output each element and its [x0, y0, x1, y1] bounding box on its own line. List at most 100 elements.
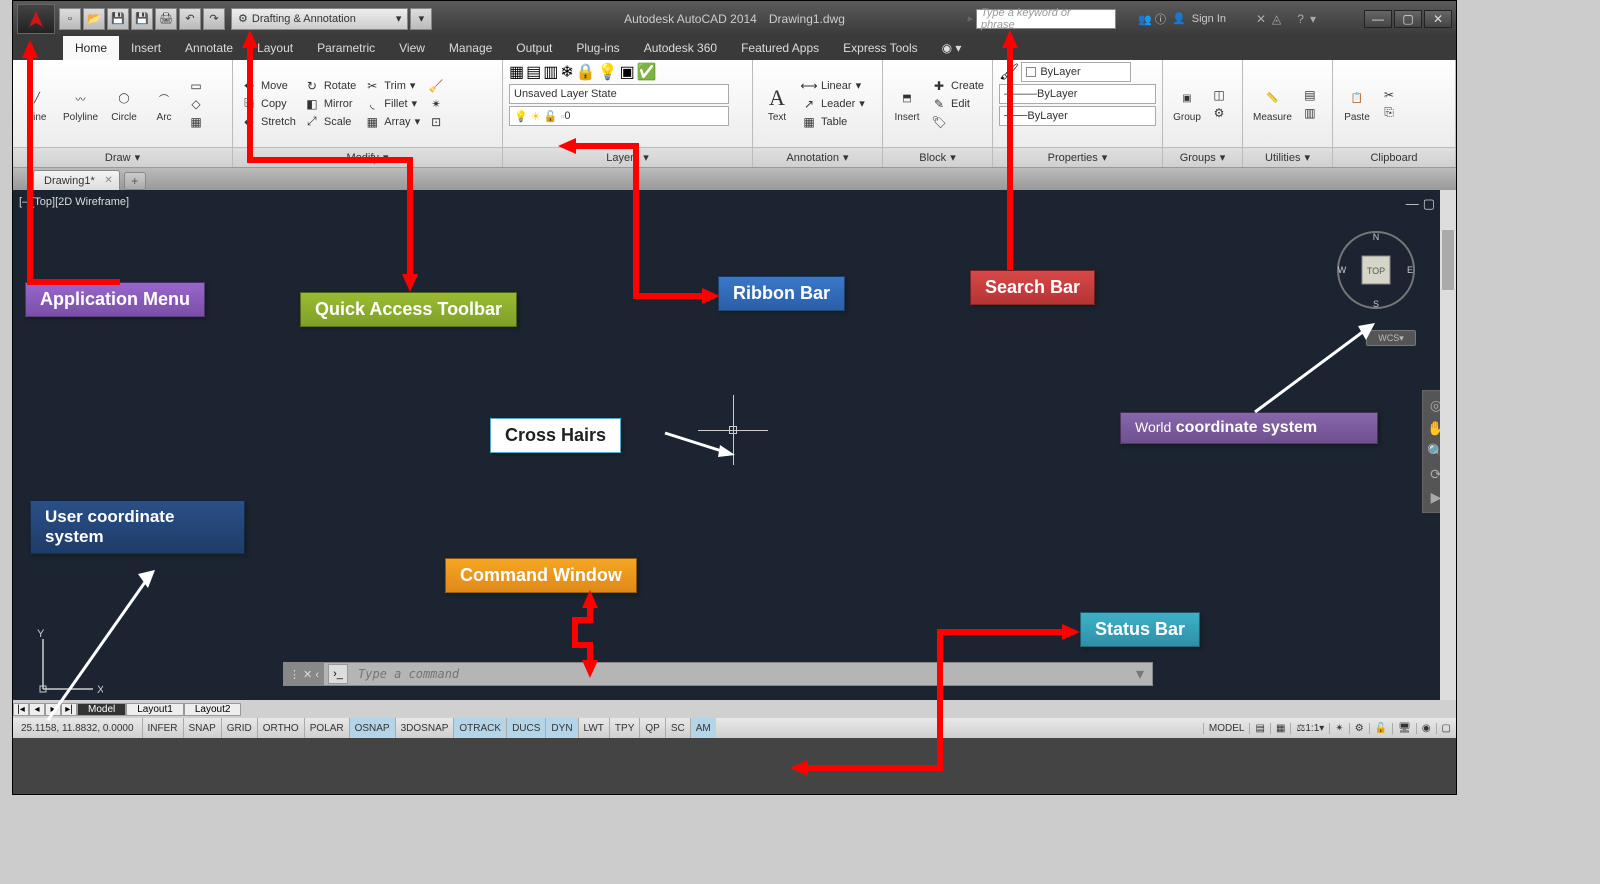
- search-input[interactable]: Type a keyword or phrase ▸: [976, 9, 1116, 29]
- color-dropdown[interactable]: ByLayer: [1021, 62, 1131, 82]
- tab-output[interactable]: Output: [504, 36, 564, 60]
- explode-icon[interactable]: ✴: [426, 96, 446, 112]
- status-model-button[interactable]: MODEL: [1203, 723, 1250, 734]
- arc-button[interactable]: ⌒Arc: [146, 82, 182, 125]
- tab-plugins[interactable]: Plug-ins: [564, 36, 631, 60]
- layer-misc-icon[interactable]: ▣: [620, 62, 635, 82]
- draw-misc-icon[interactable]: ▭: [186, 78, 206, 94]
- cut-icon[interactable]: ✂: [1379, 87, 1399, 103]
- panel-groups-title[interactable]: Groups ▾: [1163, 147, 1242, 167]
- draw-misc3-icon[interactable]: ▦: [186, 114, 206, 130]
- qat-new-icon[interactable]: ▫: [59, 8, 81, 30]
- exchange-icons[interactable]: ✕◬?▾: [1256, 12, 1316, 26]
- status-snap[interactable]: SNAP: [183, 718, 221, 738]
- erase-icon[interactable]: 🧹: [426, 78, 446, 94]
- status-3dosnap[interactable]: 3DOSNAP: [395, 718, 454, 738]
- qat-redo-icon[interactable]: ↷: [203, 8, 225, 30]
- status-grid[interactable]: GRID: [221, 718, 257, 738]
- util-icon2[interactable]: ▥: [1300, 105, 1320, 121]
- sign-in[interactable]: 👥 ⓘ 👤 Sign In: [1138, 11, 1226, 27]
- status-dyn[interactable]: DYN: [545, 718, 577, 738]
- status-tpy[interactable]: TPY: [609, 718, 639, 738]
- leader-button[interactable]: ↗Leader ▾: [799, 96, 867, 112]
- status-clean-icon[interactable]: ▢: [1436, 723, 1456, 734]
- gear-icon: ⚙: [238, 12, 248, 25]
- tab-extra-icon[interactable]: ◉ ▾: [930, 36, 974, 60]
- layer-lock-icon[interactable]: 🔒: [576, 62, 596, 82]
- status-otrack[interactable]: OTRACK: [453, 718, 506, 738]
- edit-block-button[interactable]: ✎Edit: [929, 96, 986, 112]
- viewport-minimize-icon[interactable]: —: [1406, 196, 1419, 212]
- text-button[interactable]: AText: [759, 82, 795, 125]
- layout-first-icon[interactable]: |◂: [13, 703, 29, 716]
- table-button[interactable]: ▦Table: [799, 114, 867, 130]
- layer-match-icon[interactable]: ✅: [637, 62, 657, 82]
- group-button[interactable]: ▣Group: [1169, 82, 1205, 125]
- status-lwt[interactable]: LWT: [578, 718, 609, 738]
- layer-iso-icon[interactable]: ▥: [543, 62, 558, 82]
- linear-dim-button[interactable]: ⟷Linear ▾: [799, 78, 867, 94]
- copy-clip-icon[interactable]: ⎘: [1379, 105, 1399, 121]
- qat-plot-icon[interactable]: 🖨: [155, 8, 177, 30]
- status-ws-icon[interactable]: ⚙: [1349, 723, 1369, 734]
- group-edit-icon[interactable]: ⚙: [1209, 105, 1229, 121]
- status-grid-icon[interactable]: ▦: [1270, 723, 1290, 734]
- measure-button[interactable]: 📏Measure: [1249, 82, 1296, 125]
- ungroup-icon[interactable]: ◫: [1209, 87, 1229, 103]
- arrow-ribbon: [548, 138, 728, 308]
- viewport-maximize-icon[interactable]: ▢: [1423, 196, 1435, 212]
- quick-access-toolbar: ▫ 📂 💾 💾 🖨 ↶ ↷: [59, 8, 225, 30]
- offset-icon[interactable]: ⊡: [426, 114, 446, 130]
- layer-off-icon[interactable]: 💡: [598, 62, 618, 82]
- tab-annotate[interactable]: Annotate: [173, 36, 245, 60]
- layer-state-icon[interactable]: ▤: [526, 62, 541, 82]
- layer-current-dropdown[interactable]: 💡 ☀ 🔓 ▫ 0: [509, 106, 729, 126]
- status-annovismode-icon[interactable]: ✴: [1329, 723, 1348, 734]
- create-block-button[interactable]: ✚Create: [929, 78, 986, 94]
- layer-prop-icon[interactable]: ▦: [509, 62, 524, 82]
- qat-undo-icon[interactable]: ↶: [179, 8, 201, 30]
- cmd-handle-icon[interactable]: ⋮ ✕ ‹: [284, 663, 324, 685]
- util-icon[interactable]: ▤: [1300, 87, 1320, 103]
- paste-button[interactable]: 📋Paste: [1339, 82, 1375, 125]
- status-ortho[interactable]: ORTHO: [257, 718, 304, 738]
- qat-open-icon[interactable]: 📂: [83, 8, 105, 30]
- minimize-button[interactable]: —: [1364, 10, 1392, 28]
- workspace-dropdown[interactable]: ⚙ Drafting & Annotation ▾: [231, 8, 408, 30]
- tab-a360[interactable]: Autodesk 360: [632, 36, 729, 60]
- maximize-button[interactable]: ▢: [1394, 10, 1422, 28]
- status-ducs[interactable]: DUCS: [506, 718, 545, 738]
- callout-cmd: Command Window: [445, 558, 637, 593]
- insert-block-button[interactable]: ⬒Insert: [889, 82, 925, 125]
- status-lock-icon[interactable]: 🔓: [1369, 723, 1392, 734]
- qat-saveas-icon[interactable]: 💾: [131, 8, 153, 30]
- status-am[interactable]: AM: [690, 718, 716, 738]
- status-qp[interactable]: QP: [639, 718, 664, 738]
- layer-freeze-icon[interactable]: ❄: [560, 62, 573, 82]
- status-layout-icon[interactable]: ▤: [1249, 723, 1269, 734]
- tab-express[interactable]: Express Tools: [831, 36, 929, 60]
- qat-customize-icon[interactable]: ▾: [410, 8, 432, 30]
- status-polar[interactable]: POLAR: [304, 718, 349, 738]
- status-annoscale-icon[interactable]: ⚖ 1:1 ▾: [1290, 723, 1329, 734]
- vertical-scrollbar[interactable]: [1440, 190, 1456, 738]
- qat-save-icon[interactable]: 💾: [107, 8, 129, 30]
- panel-annotation-title[interactable]: Annotation ▾: [753, 147, 882, 167]
- status-isolate-icon[interactable]: ◉: [1416, 723, 1436, 734]
- cmd-dropdown-icon[interactable]: ▾: [1128, 664, 1152, 684]
- viewcube[interactable]: N E S W TOP: [1336, 230, 1416, 310]
- tab-manage[interactable]: Manage: [437, 36, 504, 60]
- edit-attr-button[interactable]: 🏷: [929, 114, 986, 130]
- panel-utilities-title[interactable]: Utilities ▾: [1243, 147, 1332, 167]
- status-hw-icon[interactable]: 🖥: [1392, 723, 1416, 734]
- panel-block-title[interactable]: Block ▾: [883, 147, 992, 167]
- status-osnap[interactable]: OSNAP: [349, 718, 395, 738]
- layer-state-dropdown[interactable]: Unsaved Layer State: [509, 84, 729, 104]
- draw-misc2-icon[interactable]: ◇: [186, 96, 206, 112]
- status-sc[interactable]: SC: [665, 718, 690, 738]
- cmd-prompt-icon[interactable]: ›_: [328, 664, 348, 684]
- application-menu-button[interactable]: [17, 4, 55, 34]
- close-button[interactable]: ✕: [1424, 10, 1452, 28]
- layout-tab-2[interactable]: Layout2: [184, 703, 242, 716]
- tab-featured[interactable]: Featured Apps: [729, 36, 831, 60]
